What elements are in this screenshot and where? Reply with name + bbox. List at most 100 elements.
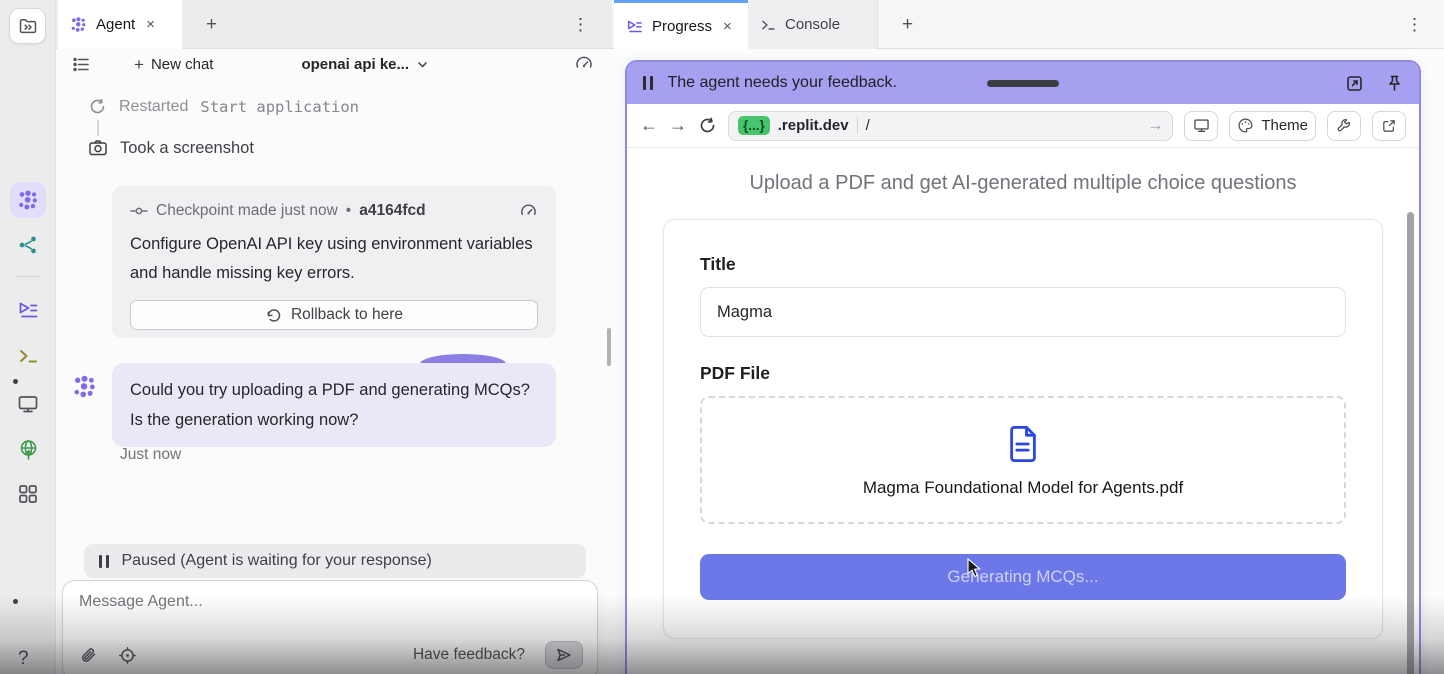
browser-toolbar: ← → {...} .replit.dev / → [627,104,1419,148]
forward-button[interactable]: → [669,115,687,136]
bullet-separator: • [346,202,351,220]
help-button[interactable]: ? [18,648,29,670]
folder-export-icon [18,16,38,36]
theme-button[interactable]: Theme [1229,111,1316,141]
globe-publish-icon [17,438,40,461]
tab-agent[interactable]: Agent × [58,0,182,49]
rail-item-networking[interactable] [10,431,46,467]
devtools-button[interactable] [1327,111,1361,141]
title-input[interactable] [700,287,1346,337]
webview: Upload a PDF and get AI-generated multip… [627,148,1419,674]
branch-graph-icon [17,234,39,256]
event-restarted-command: Start application [200,98,359,116]
panel-menu-button[interactable]: ⋮ [1398,0,1432,49]
tab-agent-label: Agent [96,16,135,33]
generate-mcqs-button[interactable]: Generating MCQs... [700,554,1346,600]
rail-item-console[interactable] [10,338,46,374]
checkpoint-card: Checkpoint made just now • a4164fcd Conf… [112,186,556,338]
feedback-banner-text: The agent needs your feedback. [668,74,898,92]
event-restarted: Restarted Start application [88,97,359,116]
rail-item-output[interactable] [10,386,46,422]
send-button[interactable] [545,641,583,669]
pause-icon [99,555,109,568]
chat-scroll-area[interactable]: Restarted Start application Took a scree… [56,84,612,674]
url-bar[interactable]: {...} .replit.dev / → [728,111,1173,141]
console-icon [17,345,39,367]
left-rail: ? [0,0,56,674]
monitor-icon [17,393,39,415]
progress-icon [17,299,39,321]
agent-avatar-icon [72,374,97,399]
pdf-upload-dropzone[interactable]: Magma Foundational Model for Agents.pdf [700,396,1346,524]
new-chat-button[interactable]: + New chat [134,55,213,75]
agent-message-bubble: Could you try uploading a PDF and genera… [112,363,556,447]
event-connector [97,120,99,136]
checkpoint-settings-icon[interactable] [118,646,137,665]
open-external-button[interactable] [1372,111,1406,141]
new-tab-button[interactable]: + [196,0,227,49]
agent-toolbar: + New chat openai api ke... [56,49,612,80]
agent-panel: Agent × + ⋮ + New chat openai api ke... [56,0,612,674]
close-tab-icon[interactable]: × [721,18,734,35]
composer-actions: Have feedback? [79,641,583,669]
checkpoint-message: Configure OpenAI API key using environme… [130,230,538,288]
panel-menu-button[interactable]: ⋮ [564,0,598,49]
message-timestamp: Just now [120,446,181,464]
have-feedback-link[interactable]: Have feedback? [413,646,525,664]
new-chat-label: New chat [151,56,214,73]
popout-icon[interactable] [1345,74,1364,93]
replit-workspace: ? Agent × + ⋮ + New chat [0,0,1444,674]
pdf-field-label: PDF File [700,363,1346,384]
rail-item-agent[interactable] [10,182,46,218]
agent-tabbar: Agent × + ⋮ [56,0,612,49]
new-tab-button[interactable]: + [892,0,923,49]
attach-icon[interactable] [79,646,98,665]
restart-icon [88,97,107,116]
toggle-sidebar-button[interactable] [9,8,46,44]
chat-selector[interactable]: openai api ke... [301,56,429,73]
drag-handle[interactable] [987,80,1059,87]
reload-icon[interactable] [698,116,717,135]
grid-icon [17,483,39,505]
checkpoint-header: Checkpoint made just now • a4164fcd [130,201,538,220]
url-path: / [866,117,870,134]
checkpoint-made-text: Checkpoint made just now [156,202,338,220]
divider-handle [607,328,611,366]
preview-scrollbar[interactable] [1407,212,1414,674]
tab-progress-label: Progress [652,18,712,35]
rollback-button[interactable]: Rollback to here [130,300,538,330]
commit-icon [130,204,148,218]
usage-gauge-icon[interactable] [574,53,594,73]
url-separator [857,117,858,134]
plus-icon: + [134,55,144,75]
tab-progress[interactable]: Progress × [614,0,748,49]
rail-item-apps[interactable] [10,476,46,512]
rollback-label: Rollback to here [291,306,403,324]
feedback-banner: The agent needs your feedback. [627,62,1419,104]
message-input[interactable] [79,593,581,629]
palette-icon [1237,117,1254,134]
document-icon [1002,423,1044,465]
mcq-form-card: Title PDF File Magma Foundational Model … [663,219,1383,639]
domain-badge: {...} [738,116,770,135]
theme-button-label: Theme [1261,117,1308,134]
rail-item-workflows[interactable] [10,227,46,263]
devices-button[interactable] [1184,111,1218,141]
navigate-icon[interactable]: → [1147,117,1163,135]
rail-item-progress[interactable] [10,292,46,328]
agent-icon [70,16,87,33]
undo-icon [265,307,282,324]
progress-icon [626,18,643,35]
agent-activity-dot [13,379,18,384]
message-composer: Have feedback? [62,580,598,674]
back-button[interactable]: ← [640,115,658,136]
checkpoint-gauge-icon[interactable] [519,201,538,220]
chat-history-icon[interactable] [72,55,91,74]
close-tab-icon[interactable]: × [144,16,157,33]
tab-console[interactable]: Console [748,0,878,49]
event-screenshot: Took a screenshot [88,138,254,158]
progress-panel: Progress × Console + ⋮ The agent needs y… [612,0,1444,674]
event-screenshot-label: Took a screenshot [120,139,254,158]
pin-icon[interactable] [1386,74,1403,93]
pause-icon [643,76,653,90]
